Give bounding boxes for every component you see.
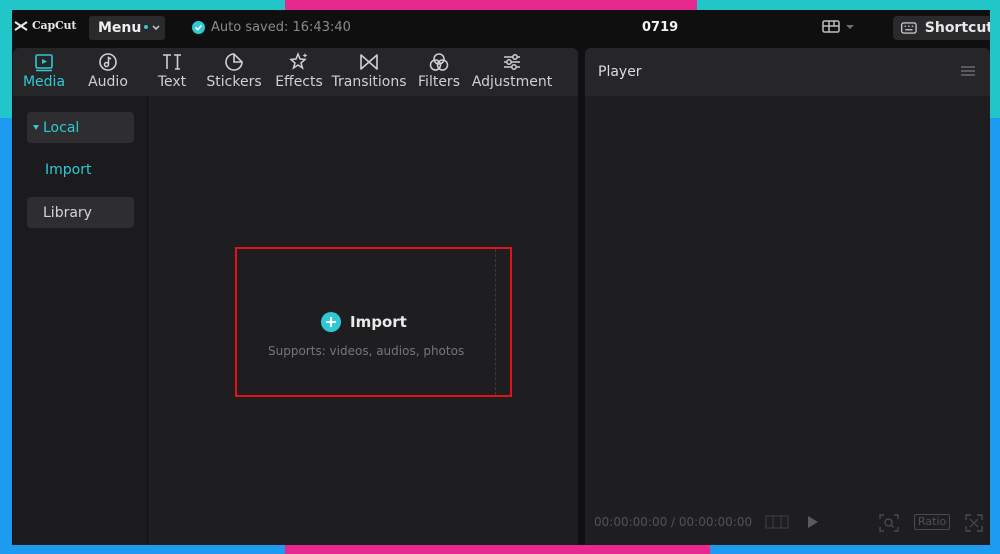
sidebar-item-label: Library [43,204,92,221]
play-icon[interactable] [806,515,820,529]
effects-icon [289,52,308,70]
zoom-fit-icon[interactable] [879,514,899,532]
import-hint: Supports: videos, audios, photos [268,344,465,358]
menu-button[interactable]: Menu [89,16,165,40]
import-label: Import [350,313,407,331]
tab-transitions[interactable]: Transitions [332,52,407,94]
app-logo: CapCut [14,19,76,32]
tab-label: Media [22,74,66,90]
shortcut-label: Shortcut [924,20,990,36]
media-icon [35,54,53,72]
ratio-button[interactable]: Ratio [914,514,951,530]
media-content-area: Import Supports: videos, audios, photos [148,96,578,545]
transitions-icon [360,54,378,70]
tab-label: Effects [275,74,323,90]
shortcut-button[interactable]: Shortcut [893,16,990,40]
stickers-icon [225,53,243,71]
player-header: Player [585,48,990,96]
frame-stripe [990,118,1000,554]
tab-bar: Media Audio Text Stickers Effects Transi… [13,48,578,96]
project-title: 0719 [642,20,679,35]
tab-audio[interactable]: Audio [87,52,129,94]
frame-stripe [0,118,12,554]
player-viewport [585,96,990,545]
title-bar: CapCut Menu Auto saved: 16:43:40 0719 Sh… [12,10,990,46]
logo-text: CapCut [32,19,77,32]
frame-stripe [285,0,697,10]
player-title: Player [598,64,642,80]
caret-down-icon [846,24,854,29]
adjustment-icon [504,54,520,70]
layout-button[interactable] [822,20,854,33]
frame-stripe [0,545,285,554]
chevron-down-icon [152,25,160,31]
import-drop-zone[interactable]: Import Supports: videos, audios, photos [235,247,512,397]
frame-stripe [0,0,285,10]
notification-dot [144,25,149,29]
tab-label: Text [157,74,187,90]
menu-label: Menu [98,20,142,36]
tab-effects[interactable]: Effects [275,52,323,94]
filters-icon [429,53,449,71]
import-button[interactable]: Import [321,312,407,332]
sidebar-item-library[interactable]: Library [27,197,134,228]
text-icon [163,54,181,70]
timecode: 00:00:00:00 / 00:00:00:00 [594,515,753,529]
autosave-text: Auto saved: 16:43:40 [211,20,351,35]
audio-icon [99,53,117,71]
capcut-logo-icon [14,20,28,31]
tab-label: Transitions [331,74,407,90]
sidebar-item-import[interactable]: Import [27,154,134,185]
tab-label: Adjustment [471,74,553,90]
dashed-divider [495,249,496,395]
sidebar-item-label: Local [43,119,80,136]
capcut-window: CapCut Menu Auto saved: 16:43:40 0719 Sh… [12,10,990,545]
frame-stripe [0,0,12,118]
check-icon [192,21,205,34]
tab-stickers[interactable]: Stickers [206,52,262,94]
media-sidebar: Local Import Library [13,96,148,545]
frame-stripe [285,545,710,554]
tab-media[interactable]: Media [23,52,65,94]
player-panel: Player 00:00:00:00 / 00:00:00:00 Ratio [585,48,990,545]
frame-stripe [990,0,1000,118]
tab-adjustment[interactable]: Adjustment [471,52,553,94]
hamburger-menu-icon[interactable] [961,66,975,76]
media-panel: Media Audio Text Stickers Effects Transi… [13,48,578,545]
fullscreen-icon[interactable] [965,514,983,532]
tab-label: Audio [88,74,128,90]
frame-stripe [710,545,1000,554]
sidebar-item-local[interactable]: Local [27,112,134,143]
keyboard-icon [901,22,917,34]
layout-icon [822,20,840,33]
tab-label: Filters [418,74,460,90]
tab-filters[interactable]: Filters [418,52,460,94]
waveform-icon[interactable] [765,514,789,530]
tab-label: Stickers [206,74,262,90]
sidebar-item-label: Import [45,161,92,178]
caret-down-icon [33,125,39,130]
player-controls: 00:00:00:00 / 00:00:00:00 Ratio [585,509,990,539]
frame-stripe [697,0,1000,10]
tab-text[interactable]: Text [156,52,188,94]
autosave-status: Auto saved: 16:43:40 [192,20,351,35]
plus-icon [321,312,341,332]
